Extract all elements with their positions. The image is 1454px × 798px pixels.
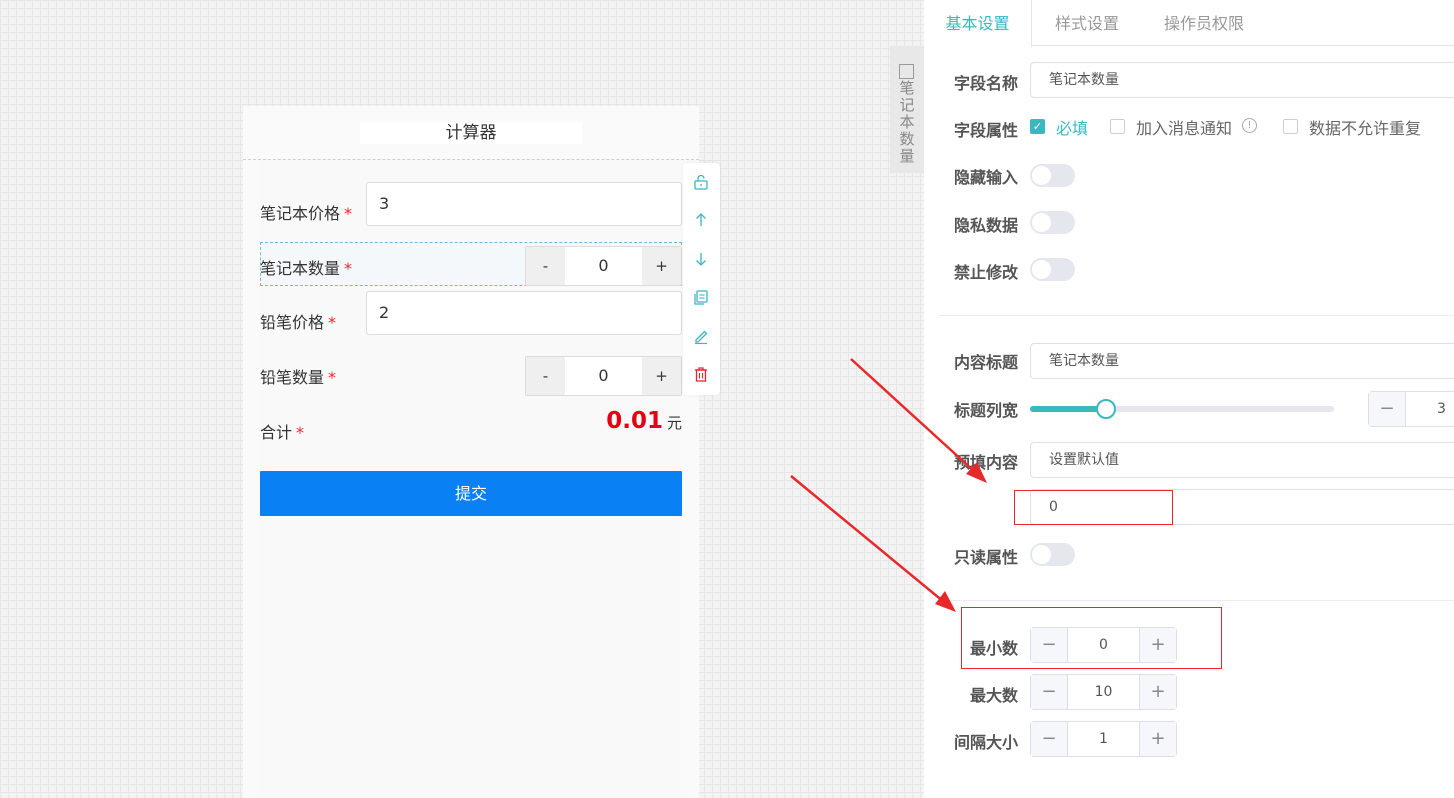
- notebook-qty-stepper: - 0 +: [525, 246, 682, 286]
- title-width-value[interactable]: 3: [1406, 392, 1454, 426]
- checkbox-required-label[interactable]: 必填: [1056, 115, 1088, 139]
- submit-button[interactable]: 提交: [260, 471, 682, 516]
- max-label: 最大数: [970, 686, 1019, 705]
- no-modify-label: 禁止修改: [954, 263, 1019, 282]
- required-mark: *: [328, 368, 337, 387]
- private-data-label: 隐私数据: [954, 216, 1019, 235]
- stepper-value[interactable]: 0: [565, 247, 642, 285]
- private-data-switch[interactable]: [1030, 211, 1075, 234]
- field-label-text: 笔记本数量: [260, 259, 341, 278]
- pencil-qty-stepper: - 0 +: [525, 356, 682, 396]
- step-value[interactable]: 1: [1068, 722, 1139, 756]
- checkbox-no-duplicate[interactable]: [1283, 119, 1298, 134]
- form-header: 计算器: [243, 106, 699, 160]
- info-icon[interactable]: !: [1242, 118, 1257, 133]
- max-value[interactable]: 10: [1068, 675, 1139, 709]
- form-preview: 计算器 笔记本价格 * 3 笔记本数量 * - 0 + 铅笔价格 * 2 铅笔数量 * …: [243, 106, 699, 798]
- total-label-text: 合计: [260, 423, 293, 442]
- required-mark: *: [344, 204, 353, 223]
- total-value: 0.01: [606, 408, 663, 434]
- annotation-box-min: [961, 607, 1222, 669]
- step-number-input: − 1 +: [1030, 721, 1177, 757]
- lock-icon[interactable]: [692, 173, 710, 191]
- content-title-label: 内容标题: [954, 353, 1019, 372]
- plus-button[interactable]: +: [1139, 722, 1176, 756]
- plus-button[interactable]: +: [1139, 675, 1176, 709]
- pencil-price-input[interactable]: 2: [366, 291, 682, 335]
- step-label: 间隔大小: [954, 733, 1019, 752]
- stepper-minus-button[interactable]: -: [526, 357, 565, 395]
- required-mark: *: [344, 259, 353, 278]
- readonly-switch[interactable]: [1030, 543, 1075, 566]
- form-body: 笔记本价格 * 3 笔记本数量 * - 0 + 铅笔价格 * 2 铅笔数量 * - 0 …: [260, 160, 682, 798]
- slider-handle[interactable]: [1096, 399, 1116, 419]
- field-name-input[interactable]: 笔记本数量: [1030, 62, 1454, 98]
- field-attr-label: 字段属性: [954, 121, 1019, 140]
- field-label-notebook-price: 笔记本价格 *: [260, 200, 352, 224]
- prefill-label: 预填内容: [954, 453, 1019, 472]
- stepper-plus-button[interactable]: +: [642, 247, 681, 285]
- title-width-label: 标题列宽: [954, 401, 1019, 420]
- widget-tab-label: 笔记本数量: [899, 79, 915, 165]
- settings-tabs: 基本设置 样式设置 操作员权限: [924, 0, 1454, 47]
- slider-fill: [1030, 406, 1106, 412]
- field-label-notebook-qty: 笔记本数量 *: [260, 255, 352, 279]
- copy-icon[interactable]: [692, 288, 710, 306]
- delete-icon[interactable]: [692, 365, 710, 383]
- content-title-input[interactable]: 笔记本数量: [1030, 343, 1454, 379]
- arrow-up-icon[interactable]: [692, 211, 710, 229]
- stepper-value[interactable]: 0: [565, 357, 642, 395]
- title-width-number: − 3: [1368, 391, 1454, 427]
- required-mark: *: [328, 313, 337, 332]
- tab-operator-permissions[interactable]: 操作员权限: [1164, 0, 1244, 46]
- minus-button[interactable]: −: [1031, 722, 1068, 756]
- divider: [938, 600, 1454, 601]
- edit-icon[interactable]: [692, 327, 710, 345]
- annotation-box-prefill: [1014, 490, 1173, 525]
- field-label-text: 铅笔数量: [260, 368, 325, 387]
- checkbox-no-duplicate-label[interactable]: 数据不允许重复: [1309, 115, 1421, 139]
- notebook-price-input[interactable]: 3: [366, 182, 682, 226]
- total-value-wrap: 0.01 元: [606, 408, 682, 434]
- minus-button[interactable]: −: [1031, 675, 1068, 709]
- minus-button[interactable]: −: [1369, 392, 1406, 426]
- max-number-input: − 10 +: [1030, 674, 1177, 710]
- checkbox-notify-label[interactable]: 加入消息通知: [1136, 115, 1232, 139]
- stepper-plus-button[interactable]: +: [642, 357, 681, 395]
- title-width-slider[interactable]: [1030, 399, 1334, 419]
- field-label-text: 笔记本价格: [260, 204, 341, 223]
- stepper-minus-button[interactable]: -: [526, 247, 565, 285]
- checkbox-notify[interactable]: [1110, 119, 1125, 134]
- field-toolbar: [683, 163, 720, 395]
- no-modify-switch[interactable]: [1030, 258, 1075, 281]
- hide-input-label: 隐藏输入: [954, 168, 1019, 187]
- settings-panel: 基本设置 样式设置 操作员权限 字段名称 笔记本数量 字段属性 ✓ 必填 加入消…: [924, 0, 1454, 798]
- widget-tab[interactable]: 笔记本数量: [890, 46, 924, 173]
- tab-basic-settings[interactable]: 基本设置: [924, 0, 1032, 47]
- total-label: 合计 *: [260, 419, 304, 443]
- arrow-down-icon[interactable]: [692, 250, 710, 268]
- tab-style-settings[interactable]: 样式设置: [1055, 0, 1119, 46]
- field-label-text: 铅笔价格: [260, 313, 325, 332]
- field-label-pencil-price: 铅笔价格 *: [260, 309, 336, 333]
- prefill-mode-select[interactable]: 设置默认值: [1030, 442, 1454, 478]
- field-label-pencil-qty: 铅笔数量 *: [260, 364, 336, 388]
- required-mark: *: [296, 423, 305, 442]
- field-name-label: 字段名称: [954, 74, 1019, 93]
- hide-input-switch[interactable]: [1030, 164, 1075, 187]
- checkbox-required[interactable]: ✓: [1030, 119, 1045, 134]
- form-title[interactable]: 计算器: [360, 122, 582, 144]
- divider: [938, 315, 1454, 316]
- readonly-label: 只读属性: [954, 548, 1019, 567]
- total-unit: 元: [666, 414, 682, 432]
- number-icon: [899, 64, 914, 79]
